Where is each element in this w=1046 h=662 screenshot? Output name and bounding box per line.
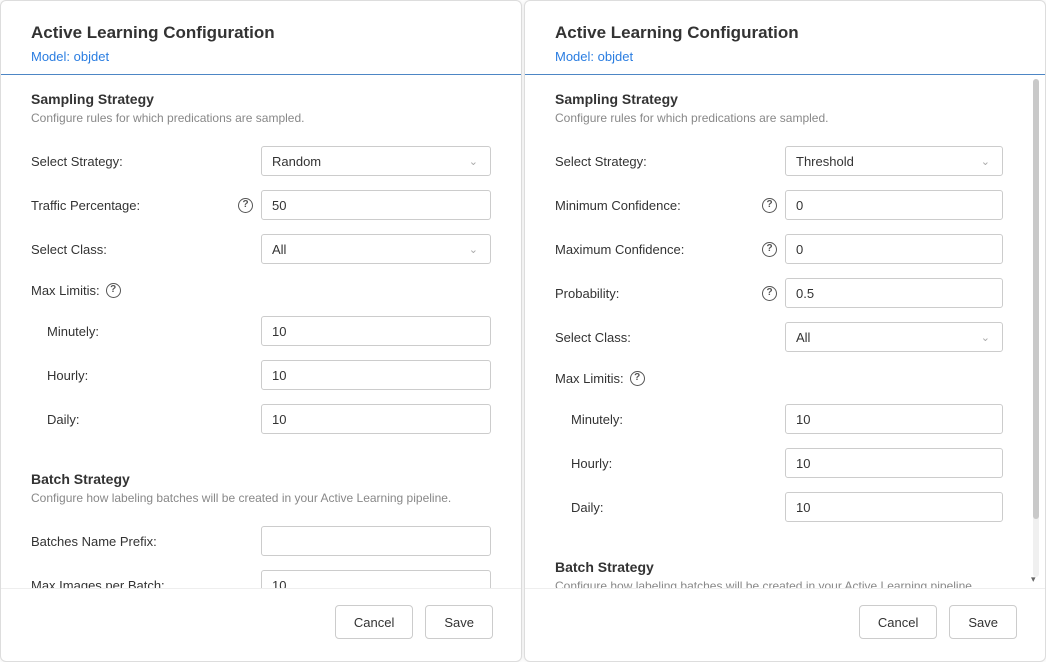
scrollbar-thumb[interactable] [1033, 79, 1039, 519]
help-icon[interactable]: ? [762, 286, 777, 301]
sampling-sub: Configure rules for which predications a… [555, 111, 1003, 125]
daily-label: Daily: [571, 500, 604, 515]
select-class-label: Select Class: [555, 330, 631, 345]
sampling-sub: Configure rules for which predications a… [31, 111, 491, 125]
daily-input[interactable] [261, 404, 491, 434]
batch-sub: Configure how labeling batches will be c… [31, 491, 491, 505]
daily-input[interactable] [785, 492, 1003, 522]
select-strategy-label: Select Strategy: [31, 154, 123, 169]
select-strategy-label: Select Strategy: [555, 154, 647, 169]
max-limits-label: Max Limitis: [555, 371, 624, 386]
panel-header: Active Learning Configuration Model: obj… [525, 1, 1045, 75]
max-images-input[interactable] [261, 570, 491, 588]
min-conf-input[interactable] [785, 190, 1003, 220]
panel-body: Sampling Strategy Configure rules for wh… [525, 75, 1045, 588]
select-class-value: All [272, 242, 286, 257]
panel-footer: Cancel Save [525, 588, 1045, 661]
traffic-input[interactable] [261, 190, 491, 220]
hourly-input[interactable] [261, 360, 491, 390]
select-strategy-value: Threshold [796, 154, 854, 169]
minutely-input[interactable] [261, 316, 491, 346]
sampling-heading: Sampling Strategy [555, 91, 1003, 107]
chevron-down-icon: ⌄ [981, 331, 990, 344]
probability-input[interactable] [785, 278, 1003, 308]
probability-label: Probability: [555, 286, 619, 301]
model-link[interactable]: Model: objdet [31, 49, 491, 64]
batch-sub: Configure how labeling batches will be c… [555, 579, 1003, 588]
select-class-value: All [796, 330, 810, 345]
select-class-label: Select Class: [31, 242, 107, 257]
page-title: Active Learning Configuration [31, 23, 491, 43]
hourly-label: Hourly: [47, 368, 88, 383]
traffic-label: Traffic Percentage: [31, 198, 140, 213]
help-icon[interactable]: ? [630, 371, 645, 386]
hourly-input[interactable] [785, 448, 1003, 478]
cancel-button[interactable]: Cancel [335, 605, 413, 639]
max-conf-input[interactable] [785, 234, 1003, 264]
min-conf-label: Minimum Confidence: [555, 198, 681, 213]
config-panel-random: Active Learning Configuration Model: obj… [0, 0, 522, 662]
save-button[interactable]: Save [425, 605, 493, 639]
prefix-label: Batches Name Prefix: [31, 534, 157, 549]
chevron-down-icon: ⌄ [469, 155, 478, 168]
chevron-down-icon: ⌄ [981, 155, 990, 168]
help-icon[interactable]: ? [762, 242, 777, 257]
max-images-label: Max Images per Batch: [31, 578, 165, 589]
select-class-dropdown[interactable]: All ⌄ [261, 234, 491, 264]
select-strategy-dropdown[interactable]: Random ⌄ [261, 146, 491, 176]
minutely-label: Minutely: [47, 324, 99, 339]
minutely-input[interactable] [785, 404, 1003, 434]
help-icon[interactable]: ? [762, 198, 777, 213]
hourly-label: Hourly: [571, 456, 612, 471]
help-icon[interactable]: ? [238, 198, 253, 213]
model-link[interactable]: Model: objdet [555, 49, 1015, 64]
config-panel-threshold: Active Learning Configuration Model: obj… [524, 0, 1046, 662]
select-class-dropdown[interactable]: All ⌄ [785, 322, 1003, 352]
batch-heading: Batch Strategy [555, 559, 1003, 575]
prefix-input[interactable] [261, 526, 491, 556]
panel-header: Active Learning Configuration Model: obj… [1, 1, 521, 75]
cancel-button[interactable]: Cancel [859, 605, 937, 639]
save-button[interactable]: Save [949, 605, 1017, 639]
select-strategy-dropdown[interactable]: Threshold ⌄ [785, 146, 1003, 176]
daily-label: Daily: [47, 412, 80, 427]
panel-footer: Cancel Save [1, 588, 521, 661]
minutely-label: Minutely: [571, 412, 623, 427]
scrollbar[interactable] [1033, 79, 1039, 577]
select-strategy-value: Random [272, 154, 321, 169]
max-limits-label: Max Limitis: [31, 283, 100, 298]
batch-heading: Batch Strategy [31, 471, 491, 487]
page-title: Active Learning Configuration [555, 23, 1015, 43]
scroll-down-icon[interactable]: ▾ [1031, 574, 1041, 584]
max-conf-label: Maximum Confidence: [555, 242, 684, 257]
sampling-heading: Sampling Strategy [31, 91, 491, 107]
panel-body: Sampling Strategy Configure rules for wh… [1, 75, 521, 588]
chevron-down-icon: ⌄ [469, 243, 478, 256]
help-icon[interactable]: ? [106, 283, 121, 298]
